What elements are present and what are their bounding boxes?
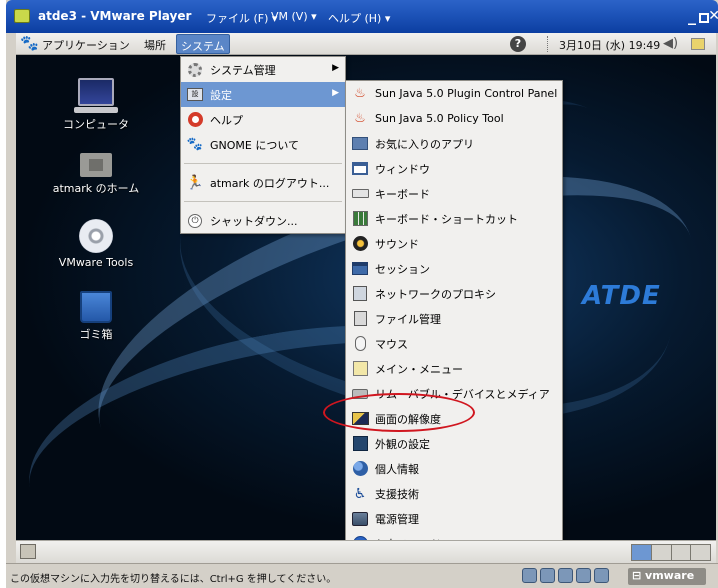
system-menu: システム管理 ▶ 設 設定 ▶ ヘルプ 🐾 GNOME について 🏃 atmar… — [180, 56, 346, 234]
desktop-icon-label: atmark のホーム — [52, 182, 140, 195]
menu-item-administration[interactable]: システム管理 ▶ — [181, 57, 345, 82]
workspace-4[interactable] — [691, 545, 710, 560]
menu-item-logout[interactable]: 🏃 atmark のログアウト... — [181, 170, 345, 195]
desktop-icon-label: VMware Tools — [58, 256, 134, 269]
menu-item-about-gnome[interactable]: 🐾 GNOME について — [181, 132, 345, 157]
window-title-bar: atde3 - VMware Player ファイル (F) ▾ VM (V) … — [6, 0, 718, 33]
menu-item-windows[interactable]: ウィンドウ — [346, 156, 562, 181]
gear-icon — [186, 62, 204, 78]
settings-submenu: ♨ Sun Java 5.0 Plugin Control Panel ♨ Su… — [345, 80, 563, 557]
vmware-player-window: atde3 - VMware Player ファイル (F) ▾ VM (V) … — [6, 0, 718, 588]
menu-vm[interactable]: VM (V) ▾ — [271, 10, 317, 23]
network-proxy-icon — [351, 286, 369, 302]
desktop-trash[interactable]: ゴミ箱 — [41, 291, 151, 342]
sound-card-icon[interactable] — [594, 568, 609, 583]
menu-item-preferences[interactable]: 設 設定 ▶ — [181, 82, 345, 107]
menu-item-personal-info[interactable]: 個人情報 — [346, 456, 562, 481]
window-icon — [351, 161, 369, 177]
java-icon: ♨ — [354, 86, 366, 101]
submenu-arrow-icon: ▶ — [332, 88, 339, 98]
menu-help[interactable]: ヘルプ (H) ▾ — [328, 10, 390, 26]
menu-item-network-proxy[interactable]: ネットワークのプロキシ — [346, 281, 562, 306]
menu-item-keyboard[interactable]: キーボード — [346, 181, 562, 206]
show-desktop-icon[interactable] — [20, 544, 36, 559]
vmware-status-bar: この仮想マシンに入力先を切り替えるには、Ctrl+G を押してください。 ⊟ v… — [6, 563, 718, 588]
gnome-foot-icon: 🐾 — [20, 34, 39, 52]
hdd-icon[interactable] — [522, 568, 537, 583]
menu-item-shutdown[interactable]: ⏻ シャットダウン... — [181, 208, 345, 233]
gnome-bottom-panel — [16, 540, 716, 563]
menu-item-power-management[interactable]: 電源管理 — [346, 506, 562, 531]
session-icon — [351, 261, 369, 277]
submenu-arrow-icon: ▶ — [332, 63, 339, 73]
usb-icon[interactable] — [576, 568, 591, 583]
panel-applications-menu[interactable]: アプリケーション — [42, 37, 130, 53]
keyboard-icon — [351, 186, 369, 202]
menu-item-keyboard-shortcuts[interactable]: キーボード・ショートカット — [346, 206, 562, 231]
network-status-icon[interactable] — [691, 38, 705, 50]
panel-places-menu[interactable]: 場所 — [144, 37, 166, 53]
help-lifebuoy-icon — [186, 112, 204, 128]
menu-separator — [184, 195, 342, 202]
favorite-apps-icon — [351, 136, 369, 152]
desktop-home-folder[interactable]: atmark のホーム — [41, 147, 151, 196]
shutdown-icon: ⏻ — [186, 213, 204, 229]
menu-item-mouse[interactable]: マウス — [346, 331, 562, 356]
keyboard-shortcuts-icon — [351, 211, 369, 227]
volume-icon[interactable]: ◀) — [663, 36, 678, 51]
mouse-icon — [351, 336, 369, 352]
atde-logo: ATDE — [582, 281, 661, 311]
network-adapter-icon[interactable] — [558, 568, 573, 583]
device-status-icons — [522, 568, 609, 583]
main-menu-icon — [351, 361, 369, 377]
cdrom-icon[interactable] — [540, 568, 555, 583]
menu-file[interactable]: ファイル (F) ▾ — [206, 10, 277, 26]
file-management-icon — [351, 311, 369, 327]
gnome-top-panel: 🐾 アプリケーション 場所 システム ? 3月10日 (水) 19:49 ◀) — [16, 33, 716, 55]
annotation-highlight-oval — [323, 393, 475, 432]
desktop-icon-label: コンピュータ — [63, 118, 129, 131]
java-icon: ♨ — [354, 111, 366, 126]
close-button[interactable]: ✕ — [708, 8, 718, 24]
help-circle-icon[interactable]: ? — [510, 36, 526, 52]
menu-item-main-menu[interactable]: メイン・メニュー — [346, 356, 562, 381]
personal-info-icon — [351, 461, 369, 477]
menu-item-file-management[interactable]: ファイル管理 — [346, 306, 562, 331]
menu-item-sound[interactable]: サウンド — [346, 231, 562, 256]
status-hint-text: この仮想マシンに入力先を切り替えるには、Ctrl+G を押してください。 — [10, 574, 337, 585]
computer-icon — [78, 78, 114, 106]
preferences-icon: 設 — [186, 87, 204, 103]
workspace-2[interactable] — [651, 545, 672, 560]
menu-item-help[interactable]: ヘルプ — [181, 107, 345, 132]
vmware-app-icon — [14, 9, 30, 23]
gnome-foot-icon: 🐾 — [186, 137, 204, 152]
menu-item-java-policy-tool[interactable]: ♨ Sun Java 5.0 Policy Tool — [346, 106, 562, 131]
desktop-computer[interactable]: コンピュータ — [41, 78, 151, 132]
workspace-switcher[interactable] — [631, 544, 711, 561]
vmware-logo: ⊟ vmware — [628, 568, 706, 585]
desktop-vmware-tools[interactable]: VMware Tools — [41, 219, 151, 269]
menu-item-java-control-panel[interactable]: ♨ Sun Java 5.0 Plugin Control Panel — [346, 81, 562, 106]
window-title: atde3 - VMware Player — [38, 9, 192, 23]
cd-disc-icon — [79, 219, 113, 253]
home-folder-icon — [80, 153, 112, 177]
sound-icon — [351, 236, 369, 252]
menu-item-sessions[interactable]: セッション — [346, 256, 562, 281]
workspace-1[interactable] — [632, 545, 652, 560]
appearance-icon — [351, 436, 369, 452]
panel-clock[interactable]: 3月10日 (水) 19:49 — [559, 37, 660, 53]
accessibility-icon: ♿ — [353, 485, 367, 502]
panel-separator — [547, 36, 549, 52]
minimize-button[interactable]: _ — [688, 6, 696, 25]
logout-icon: 🏃 — [186, 174, 204, 191]
menu-item-appearance[interactable]: 外観の設定 — [346, 431, 562, 456]
power-management-icon — [351, 511, 369, 527]
trash-icon — [80, 291, 112, 323]
menu-item-assistive-technology[interactable]: ♿ 支援技術 — [346, 481, 562, 506]
panel-system-menu[interactable]: システム — [176, 34, 230, 54]
menu-item-favorite-apps[interactable]: お気に入りのアプリ — [346, 131, 562, 156]
menu-separator — [184, 157, 342, 164]
workspace-3[interactable] — [671, 545, 692, 560]
desktop-icon-label: ゴミ箱 — [79, 328, 113, 341]
